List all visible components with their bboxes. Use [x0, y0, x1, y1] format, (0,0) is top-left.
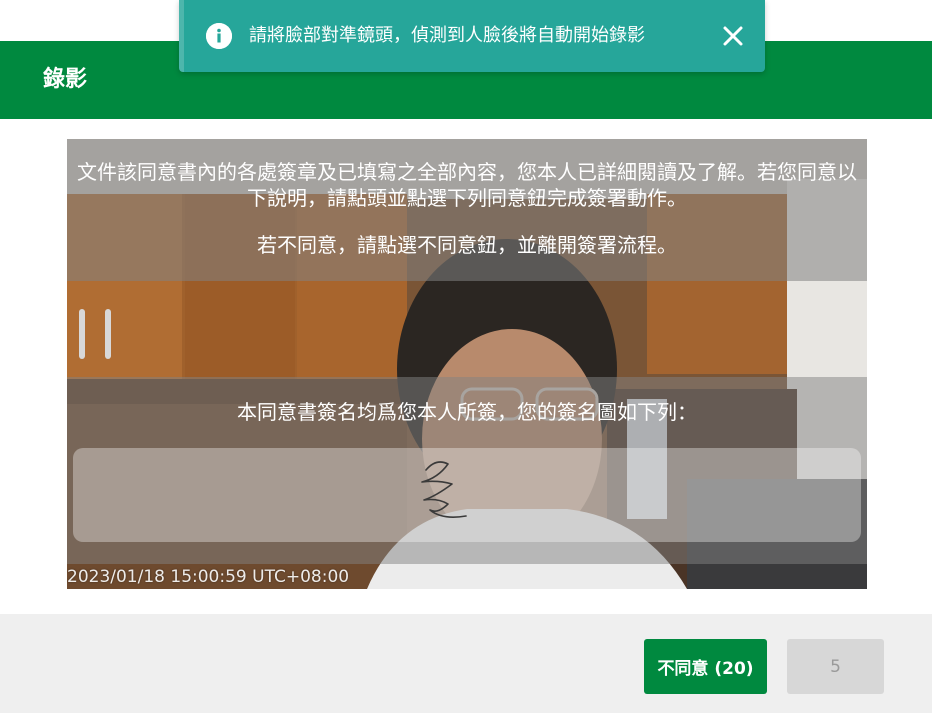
consent-overlay: 文件該同意書內的各處簽章及已填寫之全部內容，您本人已詳細閱讀及了解。若您同意以下…	[67, 139, 867, 281]
signature-image-box	[73, 448, 861, 542]
action-footer: 不同意 (20) 5	[0, 614, 932, 713]
close-icon[interactable]	[721, 24, 745, 48]
recording-timestamp: 2023/01/18 15:00:59 UTC+08:00	[67, 567, 350, 587]
signature-image	[421, 461, 467, 518]
camera-preview: 文件該同意書內的各處簽章及已填寫之全部內容，您本人已詳細閱讀及了解。若您同意以下…	[67, 139, 867, 589]
agree-button[interactable]: 5	[787, 639, 884, 694]
info-icon	[206, 23, 232, 49]
page-title: 錄影	[43, 67, 88, 92]
signature-caption: 本同意書簽名均爲您本人所簽，您的簽名圖如下列：	[237, 400, 697, 424]
consent-text-primary: 文件該同意書內的各處簽章及已填寫之全部內容，您本人已詳細閱讀及了解。若您同意以下…	[77, 160, 857, 210]
signature-overlay: 本同意書簽名均爲您本人所簽，您的簽名圖如下列：	[67, 377, 867, 564]
info-toast: 請將臉部對準鏡頭，偵測到人臉後將自動開始錄影	[179, 0, 765, 72]
disagree-button[interactable]: 不同意 (20)	[644, 639, 767, 694]
toast-message: 請將臉部對準鏡頭，偵測到人臉後將自動開始錄影	[249, 25, 645, 46]
consent-text-secondary: 若不同意，請點選不同意鈕，並離開簽署流程。	[257, 233, 677, 257]
